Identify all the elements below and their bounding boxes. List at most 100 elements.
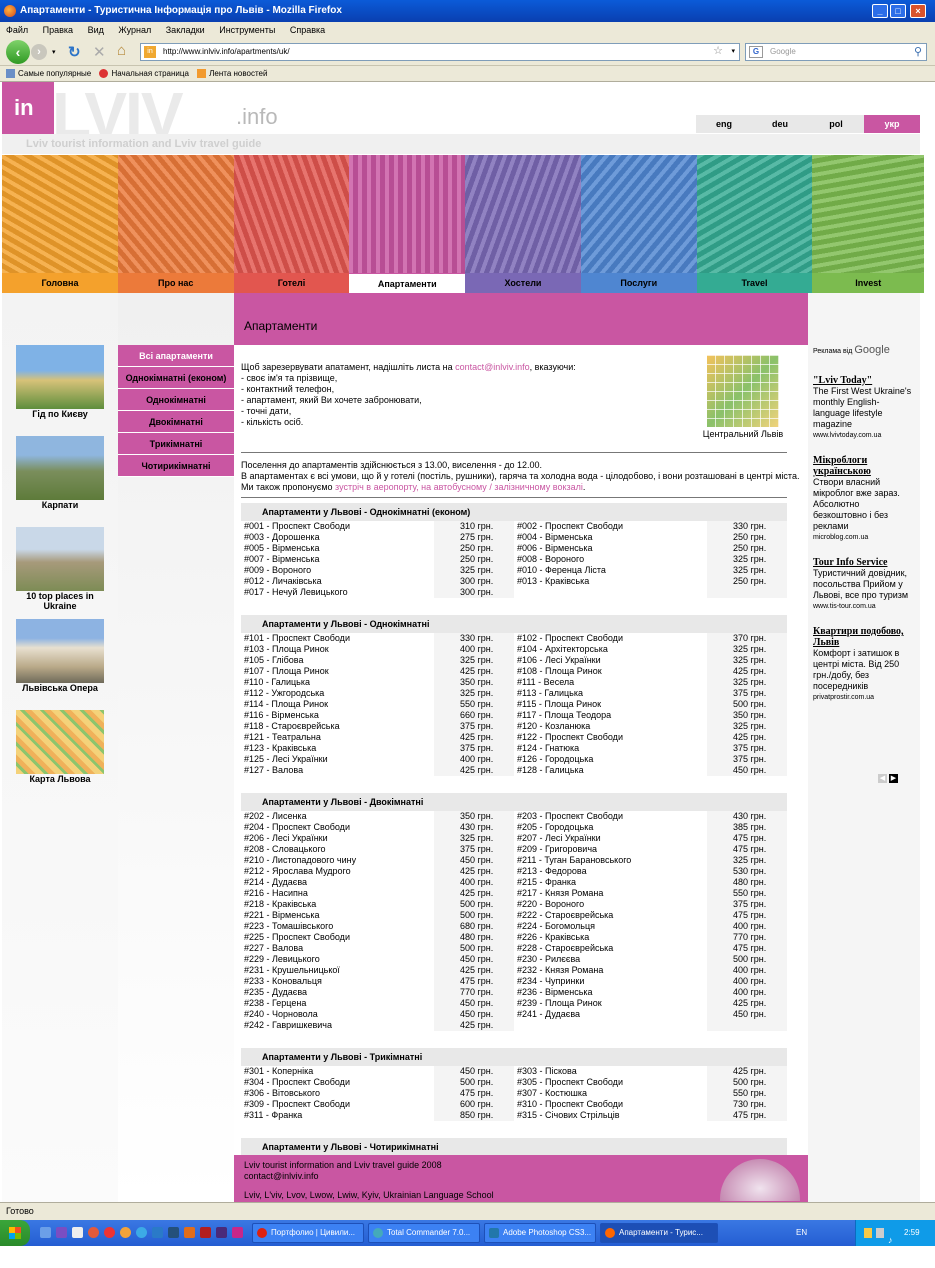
back-arrow-icon[interactable]: ‹ (6, 40, 30, 64)
clock[interactable]: 2:59 (904, 1228, 920, 1237)
nav-tab-2[interactable]: Про нас (117, 155, 234, 293)
site-logo[interactable]: in (2, 82, 54, 134)
ad-title[interactable]: Tour Info Service (813, 557, 913, 568)
quicklaunch-icon[interactable] (216, 1227, 227, 1238)
lang-ukr[interactable]: укр (864, 115, 920, 133)
contact-email-link[interactable]: contact@inlviv.info (455, 362, 530, 372)
apartment-name: #116 - Вірменська (244, 710, 319, 720)
task-firefox[interactable]: Апартаменти - Турис... (600, 1223, 718, 1243)
submenu-one-room-economy[interactable]: Однокімнатні (економ) (118, 367, 234, 389)
status-text: Готово (6, 1206, 34, 1216)
apartment-price: 300 грн. (434, 587, 514, 598)
submenu-three-room[interactable]: Трикімнатні (118, 433, 234, 455)
menu-view[interactable]: Вид (88, 25, 104, 35)
ad-item[interactable]: "Lviv Today" The First West Ukraine's mon… (813, 375, 913, 441)
address-bar[interactable]: in http://www.inlviv.info/apartments/uk/… (140, 43, 740, 61)
nav-tab-label: Invest (812, 273, 925, 293)
apartment-name: #111 - Весела (517, 677, 575, 687)
reload-icon[interactable]: ↻ (68, 43, 81, 61)
ad-title[interactable]: "Lviv Today" (813, 375, 913, 386)
ad-item[interactable]: Квартири подобово, Львів Комфорт і затишо… (813, 626, 913, 703)
nav-tab-1[interactable]: Головна (2, 155, 118, 293)
submenu-all[interactable]: Всі апартаменти (118, 345, 234, 367)
ad-prev-icon[interactable]: ◀ (878, 774, 887, 783)
submenu-one-room[interactable]: Однокімнатні (118, 389, 234, 411)
bookmark-star-icon[interactable]: ☆ (713, 43, 723, 59)
quicklaunch-icon[interactable] (72, 1227, 83, 1238)
minimize-button[interactable]: _ (872, 4, 888, 18)
ad-title[interactable]: Мікроблоги українською (813, 455, 913, 477)
quicklaunch-icon[interactable] (200, 1227, 211, 1238)
url-dropdown-icon[interactable]: ▾ (731, 44, 735, 60)
task-total-commander[interactable]: Total Commander 7.0... (368, 1223, 480, 1243)
link-kyiv-guide[interactable]: Гід по Києву (16, 345, 104, 419)
menu-file[interactable]: Файл (6, 25, 28, 35)
apartment-name: #105 - Глібова (244, 655, 304, 665)
quicklaunch-icon[interactable] (88, 1227, 99, 1238)
start-button[interactable] (0, 1220, 30, 1246)
nav-tab-4[interactable]: Апартаменти (349, 155, 466, 293)
nav-tab-5[interactable]: Хостели (465, 155, 581, 293)
apartment-name: #126 - Городоцька (517, 754, 594, 764)
ad-item[interactable]: Мікроблоги українською Створи власний мік… (813, 455, 913, 543)
quicklaunch-icon[interactable] (40, 1227, 51, 1238)
history-dropdown-icon[interactable]: ▾ (52, 48, 56, 56)
task-photoshop[interactable]: Adobe Photoshop CS3... (484, 1223, 596, 1243)
apartment-name: #117 - Площа Теодора (517, 710, 612, 720)
link-lviv-map[interactable]: Карта Львова (16, 710, 104, 784)
lang-deu[interactable]: deu (752, 115, 808, 133)
nav-tab-6[interactable]: Послуги (580, 155, 697, 293)
quicklaunch-icon[interactable] (120, 1227, 131, 1238)
stop-icon[interactable]: ✕ (93, 43, 106, 61)
tray-network-icon[interactable] (876, 1228, 884, 1238)
task-opera[interactable]: Портфолио | Цивили... (252, 1223, 364, 1243)
bookmark-news-feed[interactable]: Лента новостей (197, 69, 267, 79)
search-icon[interactable]: ⚲ (914, 44, 922, 60)
menu-help[interactable]: Справка (290, 25, 325, 35)
ad-title[interactable]: Квартири подобово, Львів (813, 626, 913, 648)
language-indicator[interactable]: EN (796, 1228, 807, 1237)
ads-label[interactable]: Реклама від Google (813, 345, 913, 357)
ad-item[interactable]: Tour Info Service Туристичний довідник, п… (813, 557, 913, 612)
table-row: #007 - Вірменська 250 грн. #008 - Вороного… (241, 554, 787, 565)
link-lviv-opera[interactable]: Львівська Опера (16, 619, 104, 693)
google-engine-icon[interactable]: G (749, 46, 763, 58)
bookmark-most-visited[interactable]: Самые популярные (6, 69, 91, 79)
bookmark-start-page[interactable]: Начальная страница (99, 69, 189, 79)
nav-tab-7[interactable]: Travel (696, 155, 813, 293)
submenu-four-room[interactable]: Чотирикімнатні (118, 455, 234, 477)
quicklaunch-icon[interactable] (136, 1227, 147, 1238)
tray-volume-icon[interactable]: ♪ (888, 1227, 893, 1253)
central-lviv-map-link[interactable]: Центральний Львів (700, 355, 786, 451)
menu-edit[interactable]: Правка (43, 25, 73, 35)
menu-history[interactable]: Журнал (118, 25, 151, 35)
quicklaunch-icon[interactable] (232, 1227, 243, 1238)
quicklaunch-icon[interactable] (152, 1227, 163, 1238)
transfer-link[interactable]: зустріч в аеропорту, на автобусному / за… (335, 482, 583, 492)
lang-pol[interactable]: pol (808, 115, 864, 133)
menu-tools[interactable]: Инструменты (219, 25, 275, 35)
home-icon[interactable]: ⌂ (117, 42, 126, 59)
ad-url: www.lvivtoday.com.ua (813, 432, 882, 439)
tray-shield-icon[interactable] (864, 1228, 872, 1238)
castle-thumbnail (16, 527, 104, 591)
submenu-two-room[interactable]: Двокімнатні (118, 411, 234, 433)
lang-eng[interactable]: eng (696, 115, 752, 133)
forward-arrow-icon[interactable]: › (31, 44, 47, 60)
google-ads: Реклама від Google "Lviv Today" The First… (813, 345, 913, 717)
nav-tab-3[interactable]: Готелі (233, 155, 350, 293)
quicklaunch-icon[interactable] (56, 1227, 67, 1238)
nav-tab-8[interactable]: Invest (812, 155, 925, 293)
table-row: #202 - Лисенка 350 грн. #203 - Проспект Св… (241, 811, 787, 822)
ad-next-icon[interactable]: ▶ (889, 774, 898, 783)
menu-bookmarks[interactable]: Закладки (166, 25, 205, 35)
link-top-places[interactable]: 10 top places in Ukraine (16, 527, 104, 611)
quicklaunch-icon[interactable] (104, 1227, 115, 1238)
search-input[interactable]: G Google ⚲ (745, 43, 927, 61)
link-carpathians[interactable]: Карпати (16, 436, 104, 510)
close-button[interactable]: × (910, 4, 926, 18)
apartment-name: #228 - Староєврейська (517, 943, 614, 953)
maximize-button[interactable]: □ (890, 4, 906, 18)
quicklaunch-icon[interactable] (168, 1227, 179, 1238)
quicklaunch-icon[interactable] (184, 1227, 195, 1238)
